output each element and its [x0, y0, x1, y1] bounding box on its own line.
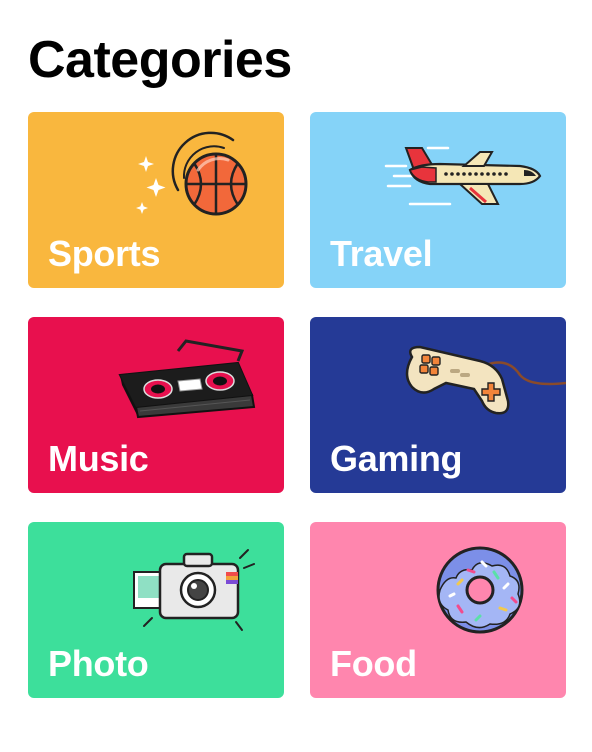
- category-card-travel[interactable]: Travel: [310, 112, 566, 302]
- category-label: Food: [330, 643, 417, 684]
- card-shadow: [42, 696, 270, 712]
- donut-icon: [310, 522, 566, 642]
- card-shadow: [42, 491, 270, 507]
- airplane-icon: [310, 112, 566, 232]
- card-shadow: [324, 696, 552, 712]
- basketball-icon: [28, 112, 284, 232]
- category-card-food[interactable]: Food: [310, 522, 566, 712]
- gamepad-icon: [310, 317, 566, 437]
- boombox-icon: [28, 317, 284, 437]
- card-shadow: [324, 491, 552, 507]
- category-card-photo[interactable]: Photo: [28, 522, 284, 712]
- category-card-sports[interactable]: Sports: [28, 112, 284, 302]
- category-card-gaming[interactable]: Gaming: [310, 317, 566, 507]
- category-label: Photo: [48, 643, 149, 684]
- card-shadow: [324, 286, 552, 302]
- page-title: Categories: [28, 31, 292, 89]
- category-label: Travel: [330, 233, 433, 274]
- card-shadow: [42, 286, 270, 302]
- category-label: Sports: [48, 233, 161, 274]
- camera-icon: [28, 522, 284, 642]
- category-card-music[interactable]: Music: [28, 317, 284, 507]
- category-label: Music: [48, 438, 149, 479]
- category-label: Gaming: [330, 438, 463, 479]
